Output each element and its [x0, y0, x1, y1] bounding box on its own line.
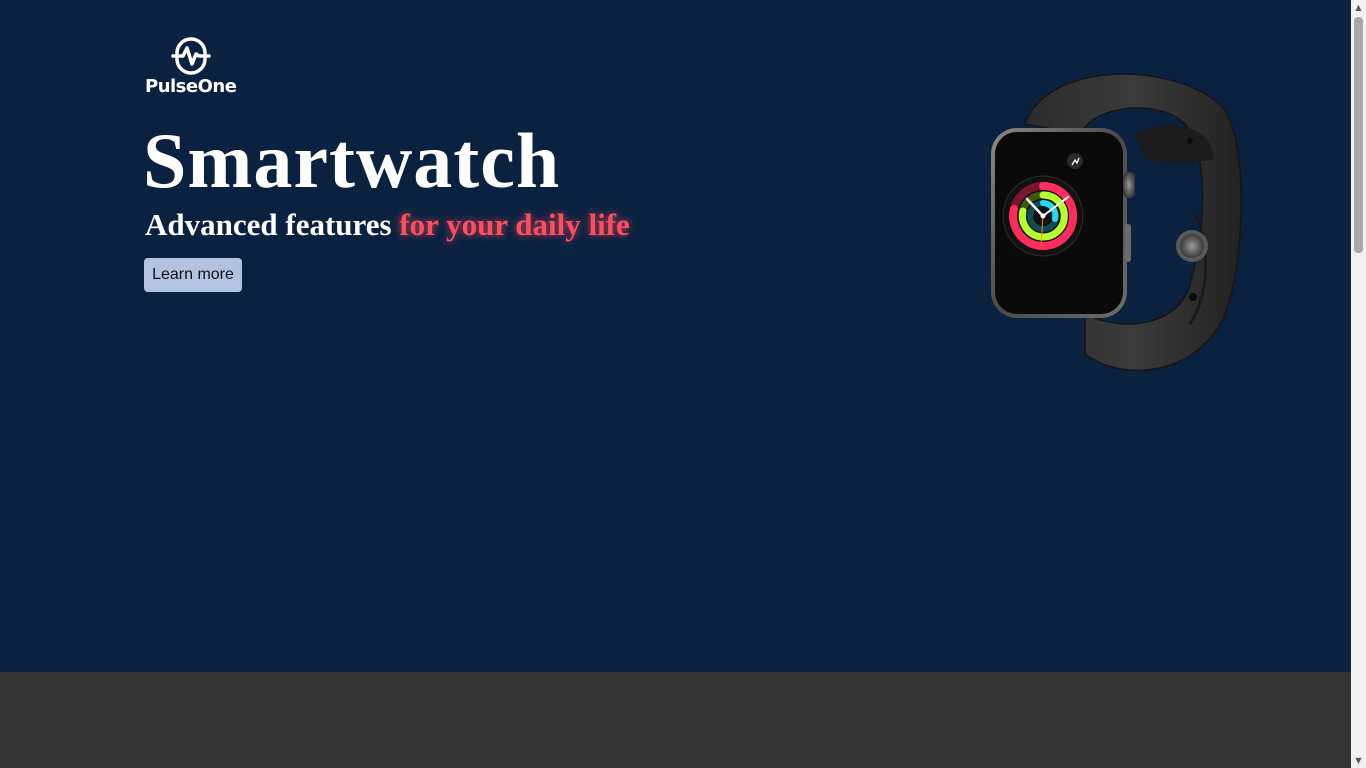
scroll-up-arrow-icon[interactable]: ▲	[1351, 0, 1366, 15]
brand-logo[interactable]: PulseOne	[145, 36, 241, 100]
smartwatch-image	[991, 73, 1242, 372]
page: PulseOne Smartwatch Advanced features fo…	[0, 0, 1366, 768]
scrollbar-thumb[interactable]	[1354, 17, 1363, 253]
learn-more-button[interactable]: Learn more	[144, 258, 242, 292]
hero-title: Smartwatch	[143, 117, 561, 204]
footer-band	[0, 672, 1351, 768]
scroll-down-arrow-icon[interactable]: ▼	[1351, 753, 1366, 768]
brand-name: PulseOne	[145, 76, 237, 97]
subtitle-accent: for your daily life	[399, 207, 630, 242]
vertical-scrollbar[interactable]: ▲ ▼	[1351, 0, 1366, 768]
hero-subtitle: Advanced features for your daily life	[145, 207, 630, 243]
pulse-circle-icon	[171, 37, 211, 75]
hero-section: PulseOne Smartwatch Advanced features fo…	[0, 0, 1351, 672]
subtitle-main: Advanced features	[145, 207, 400, 242]
